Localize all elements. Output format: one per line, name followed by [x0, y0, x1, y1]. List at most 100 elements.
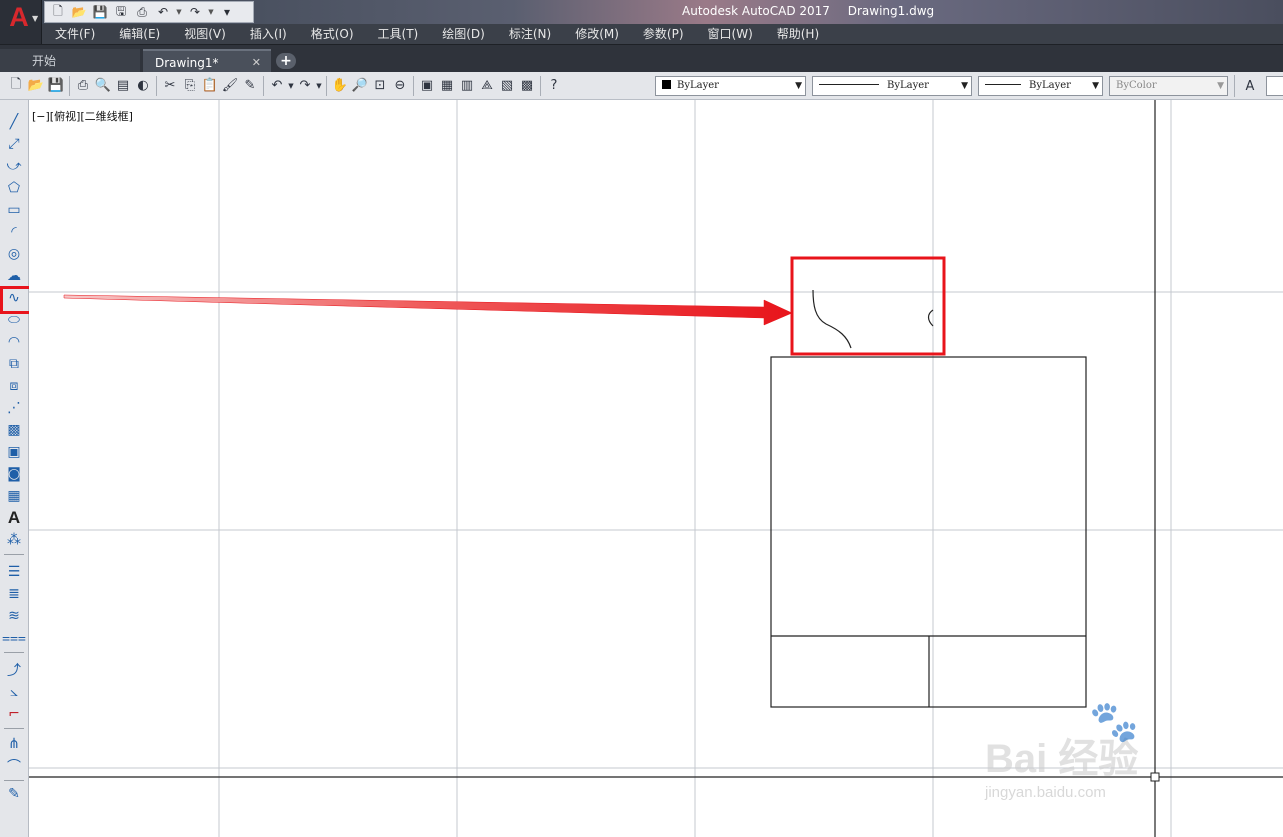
save-as-icon[interactable]: 🖫: [112, 4, 130, 20]
rectangle-icon[interactable]: ▭: [3, 200, 25, 220]
menu-file[interactable]: 文件(F): [43, 24, 107, 44]
construction-line-icon[interactable]: ⤢: [3, 134, 25, 154]
block-editor-icon[interactable]: ✎: [240, 76, 260, 96]
undo-dropdown-icon[interactable]: ▼: [287, 76, 295, 96]
open-icon[interactable]: 📂: [26, 76, 46, 96]
window-title-app: Autodesk AutoCAD 2017: [682, 4, 830, 18]
linetype-dropdown[interactable]: ByLayer ▼: [812, 76, 972, 96]
application-menu-button[interactable]: A ▼: [0, 0, 42, 44]
chevron-down-icon: ▼: [961, 81, 968, 91]
menu-draw[interactable]: 绘图(D): [430, 24, 497, 44]
plot-icon[interactable]: ⎙: [73, 76, 93, 96]
print-icon[interactable]: ⎙: [133, 4, 151, 20]
table-icon[interactable]: ▦: [3, 486, 25, 506]
ellipse-arc-icon[interactable]: ◠: [3, 332, 25, 352]
open-folder-icon[interactable]: 📂: [70, 4, 88, 20]
color-dropdown[interactable]: ByLayer ▼: [655, 76, 806, 96]
menu-view[interactable]: 视图(V): [172, 24, 238, 44]
make-block-icon[interactable]: ⧈: [3, 376, 25, 396]
menu-window[interactable]: 窗口(W): [696, 24, 765, 44]
layer-states-icon[interactable]: ≋: [3, 606, 25, 626]
3d-dwf-icon[interactable]: ◐: [133, 76, 153, 96]
menu-insert[interactable]: 插入(I): [238, 24, 299, 44]
tab-start[interactable]: 开始: [0, 49, 140, 73]
zoom-previous-icon[interactable]: ⊖: [390, 76, 410, 96]
autocad-logo-icon: A: [9, 2, 29, 32]
point-icon[interactable]: ⋰: [3, 398, 25, 418]
add-selected-icon[interactable]: ⁂: [3, 530, 25, 550]
gradient-icon[interactable]: ▣: [3, 442, 25, 462]
layer-previous-icon[interactable]: ≣: [3, 584, 25, 604]
annotation-arrow: [63, 294, 793, 326]
line-icon[interactable]: ╱: [3, 112, 25, 132]
copy-icon[interactable]: ⎘: [180, 76, 200, 96]
redo-dropdown-icon[interactable]: ▼: [315, 76, 323, 96]
layer-isolate-icon[interactable]: ⩶: [2, 628, 26, 648]
calculator-icon[interactable]: ▩: [517, 76, 537, 96]
toolbar-divider: [413, 75, 414, 96]
help-icon[interactable]: ?: [544, 76, 564, 96]
menu-bar: 文件(F) 编辑(E) 视图(V) 插入(I) 格式(O) 工具(T) 绘图(D…: [42, 24, 1283, 44]
text-style-icon[interactable]: A: [1240, 76, 1260, 96]
redo-icon[interactable]: ↷: [186, 4, 204, 20]
title-bar: 🗋 📂 💾 🖫 ⎙ ↶ ▼ ↷ ▼ ▾ Autodesk AutoCAD 201…: [0, 0, 1283, 24]
new-tab-button[interactable]: +: [276, 53, 296, 69]
edit-icon[interactable]: ✎: [3, 784, 25, 804]
polyline-icon[interactable]: ⤻: [3, 156, 25, 176]
tab-drawing1[interactable]: Drawing1* ✕: [143, 49, 271, 73]
menu-format[interactable]: 格式(O): [299, 24, 366, 44]
menu-modify[interactable]: 修改(M): [563, 24, 631, 44]
redo-dropdown-icon[interactable]: ▼: [207, 4, 215, 20]
design-center-icon[interactable]: ▦: [437, 76, 457, 96]
lineweight-dropdown[interactable]: ByLayer ▼: [978, 76, 1103, 96]
modify-arc-icon[interactable]: ⤴: [3, 660, 25, 680]
publish-icon[interactable]: ▤: [113, 76, 133, 96]
undo-dropdown-icon[interactable]: ▼: [175, 4, 183, 20]
constraint-icon[interactable]: ⋔: [3, 734, 25, 754]
multiline-text-icon[interactable]: A: [3, 508, 25, 528]
region-icon[interactable]: ◙: [3, 464, 25, 484]
revision-cloud-icon[interactable]: ☁: [3, 266, 25, 286]
polygon-icon[interactable]: ⬠: [3, 178, 25, 198]
toolbar-divider: [4, 554, 24, 555]
menu-tools[interactable]: 工具(T): [366, 24, 431, 44]
lineweight-value: ByLayer: [1029, 80, 1071, 91]
save-icon[interactable]: 💾: [46, 76, 66, 96]
insert-block-icon[interactable]: ⧉: [3, 354, 25, 374]
menu-edit[interactable]: 编辑(E): [107, 24, 172, 44]
tool-palettes-icon[interactable]: ▥: [457, 76, 477, 96]
new-file-icon[interactable]: 🗋: [49, 4, 67, 20]
customize-qat-icon[interactable]: ▾: [218, 4, 236, 20]
circle-icon[interactable]: ◎: [3, 244, 25, 264]
paste-icon[interactable]: 📋: [200, 76, 220, 96]
layer-properties-icon[interactable]: ☰: [3, 562, 25, 582]
chevron-down-icon: ▼: [1217, 81, 1224, 91]
zoom-realtime-icon[interactable]: 🔎: [350, 76, 370, 96]
cut-icon[interactable]: ✂: [160, 76, 180, 96]
hatch-icon[interactable]: ▩: [3, 420, 25, 440]
zoom-window-icon[interactable]: ⊡: [370, 76, 390, 96]
quick-access-toolbar: 🗋 📂 💾 🖫 ⎙ ↶ ▼ ↷ ▼ ▾: [44, 1, 254, 23]
arc-icon[interactable]: ◜: [3, 222, 25, 242]
new-icon[interactable]: 🗋: [6, 76, 26, 96]
sheet-set-icon[interactable]: ⟁: [477, 76, 497, 96]
modify-angle-icon[interactable]: ⦣: [3, 682, 25, 702]
undo-icon[interactable]: ↶: [267, 76, 287, 96]
tangent-icon[interactable]: ⌒: [3, 756, 25, 776]
menu-parameters[interactable]: 参数(P): [631, 24, 696, 44]
menu-dimension[interactable]: 标注(N): [497, 24, 563, 44]
properties-icon[interactable]: ▣: [417, 76, 437, 96]
text-style-dropdown[interactable]: [1266, 76, 1283, 96]
toolbar-divider: [4, 652, 24, 653]
save-icon[interactable]: 💾: [91, 4, 109, 20]
markup-icon[interactable]: ▧: [497, 76, 517, 96]
plot-style-dropdown[interactable]: ByColor ▼: [1109, 76, 1228, 96]
pan-icon[interactable]: ✋: [330, 76, 350, 96]
match-properties-icon[interactable]: 🖌: [220, 76, 240, 96]
redo-icon[interactable]: ↷: [295, 76, 315, 96]
modify-fillet-icon[interactable]: ⌐: [3, 704, 25, 724]
plot-preview-icon[interactable]: 🔍: [93, 76, 113, 96]
menu-help[interactable]: 帮助(H): [765, 24, 831, 44]
undo-icon[interactable]: ↶: [154, 4, 172, 20]
drawing-canvas[interactable]: [−][俯视][二维线框] jingyan.baidu.com Bai 经验 🐾: [29, 100, 1283, 837]
